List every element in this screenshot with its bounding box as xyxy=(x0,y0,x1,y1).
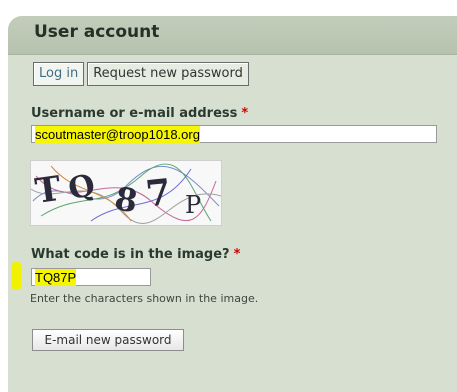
username-input[interactable]: scoutmaster@troop1018.org xyxy=(31,125,437,143)
username-label: Username or e-mail address * xyxy=(31,106,248,121)
captcha-response-value: TQ87P xyxy=(35,269,77,286)
captcha-image: T Q 8 7 P xyxy=(30,160,222,226)
tab-log-in[interactable]: Log in xyxy=(33,62,85,86)
captcha-description: Enter the characters shown in the image. xyxy=(30,292,259,305)
captcha-response-input[interactable]: TQ87P xyxy=(31,268,151,286)
username-label-text: Username or e-mail address xyxy=(31,106,238,121)
captcha-question-text: What code is in the image? xyxy=(31,247,230,262)
highlighter-mark xyxy=(12,262,21,290)
tab-bar: Log in Request new password xyxy=(33,62,249,86)
username-value: scoutmaster@troop1018.org xyxy=(35,126,200,143)
block-title: User account xyxy=(34,22,160,42)
required-marker: * xyxy=(241,106,249,121)
captcha-char-4: 7 xyxy=(144,171,173,215)
captcha-char-5: P xyxy=(185,191,201,219)
captcha-noise: T Q 8 7 P xyxy=(30,161,222,225)
captcha-question-label: What code is in the image? * xyxy=(31,247,240,262)
tab-request-new-password[interactable]: Request new password xyxy=(87,62,249,86)
required-marker: * xyxy=(233,247,241,262)
email-new-password-button[interactable]: E-mail new password xyxy=(32,329,184,351)
